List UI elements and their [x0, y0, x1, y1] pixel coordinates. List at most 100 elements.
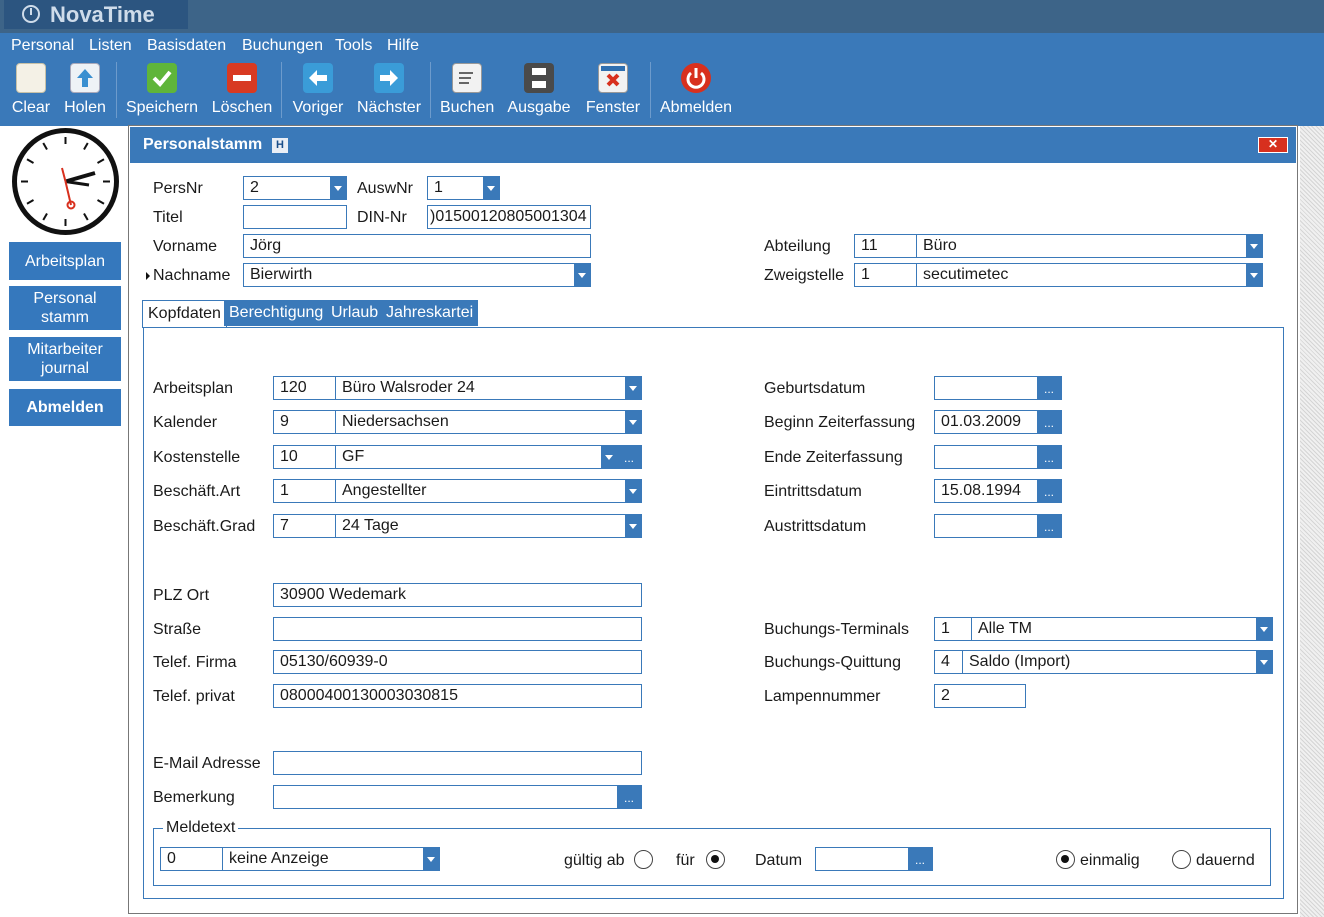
dinnr-field[interactable]: )01500120805001304 [427, 205, 591, 229]
austritt-field[interactable]: ... [934, 514, 1062, 538]
ende-value [935, 446, 941, 468]
eintritt-field[interactable]: 15.08.1994 ... [934, 479, 1062, 503]
nav-mitarbeiterjournal[interactable]: Mitarbeiter journal [9, 337, 121, 381]
tab-berechtigung[interactable]: Berechtigung [224, 300, 329, 326]
checkmark-icon [147, 63, 177, 93]
nachname-select[interactable]: Bierwirth [243, 263, 591, 287]
zweigstelle-select[interactable]: 1 secutimetec [854, 263, 1263, 287]
geburtsdatum-value [935, 377, 941, 399]
beginn-picker-button[interactable]: ... [1037, 411, 1061, 433]
menu-personal[interactable]: Personal [11, 37, 74, 55]
austritt-picker-button[interactable]: ... [1037, 515, 1061, 537]
ende-picker-button[interactable]: ... [1037, 446, 1061, 468]
titel-field[interactable] [243, 205, 347, 229]
meldetext-code: 0 [161, 848, 223, 870]
dauernd-radio[interactable] [1172, 850, 1191, 869]
dinnr-label: DIN-Nr [357, 209, 407, 226]
loeschen-button[interactable]: Löschen [211, 63, 273, 121]
eintritt-value: 15.08.1994 [941, 482, 1022, 499]
fuer-radio[interactable] [706, 850, 725, 869]
nav-abmelden[interactable]: Abmelden [9, 389, 121, 426]
plz-ort-field[interactable]: 30900 Wedemark [273, 583, 642, 607]
abteilung-code: 11 [855, 235, 917, 257]
tab-urlaub[interactable]: Urlaub [326, 300, 384, 326]
naechster-button[interactable]: Nächster [357, 63, 421, 121]
kalender-select[interactable]: 9 Niedersachsen [273, 410, 642, 434]
zweigstelle-label: Zweigstelle [764, 267, 845, 284]
arrow-right-icon [374, 63, 404, 93]
power-icon [681, 63, 711, 93]
abmelden-toolbar-button[interactable]: Abmelden [659, 63, 733, 121]
auswnr-select[interactable]: 1 [427, 176, 500, 200]
panel-close-button[interactable]: ✕ [1258, 137, 1288, 153]
kostenstelle-label: Kostenstelle [153, 449, 241, 466]
auswnr-label: AuswNr [357, 180, 414, 197]
datum-value [816, 848, 822, 870]
arbeitsplan-code: 120 [274, 377, 336, 399]
datum-picker-button[interactable]: ... [908, 848, 932, 870]
ende-field[interactable]: ... [934, 445, 1062, 469]
lampennummer-field[interactable]: 2 [934, 684, 1026, 708]
bemerkung-browse-button[interactable]: ... [617, 786, 641, 808]
geburtsdatum-picker-button[interactable]: ... [1037, 377, 1061, 399]
datum-label: Datum [755, 852, 803, 869]
voriger-button[interactable]: Voriger [291, 63, 345, 121]
bemerkung-field[interactable]: ... [273, 785, 642, 809]
nav-arbeitsplan[interactable]: Arbeitsplan [9, 242, 121, 280]
panel-title: Personalstamm [130, 127, 1296, 163]
menu-listen[interactable]: Listen [89, 37, 132, 55]
kostenstelle-select[interactable]: 10 GF ... [273, 445, 642, 469]
quittung-value: Saldo (Import) [969, 653, 1071, 670]
menu-buchungen[interactable]: Buchungen [242, 37, 323, 55]
meldetext-select[interactable]: 0 keine Anzeige [160, 847, 440, 871]
beginn-field[interactable]: 01.03.2009 ... [934, 410, 1062, 434]
ausgabe-button[interactable]: Ausgabe [507, 63, 571, 121]
abteilung-select[interactable]: 11 Büro [854, 234, 1263, 258]
kostenstelle-code: 10 [274, 446, 336, 468]
menu-basisdaten[interactable]: Basisdaten [147, 37, 226, 55]
clear-button[interactable]: Clear [11, 63, 51, 121]
einmalig-label: einmalig [1080, 852, 1140, 869]
menu-hilfe[interactable]: Hilfe [387, 37, 419, 55]
chevron-down-icon [1256, 651, 1272, 673]
quittung-select[interactable]: 4 Saldo (Import) [934, 650, 1273, 674]
telef-privat-field[interactable]: 08000400130003030815 [273, 684, 642, 708]
email-field[interactable] [273, 751, 642, 775]
menu-tools[interactable]: Tools [335, 37, 372, 55]
abteilung-value: Büro [923, 237, 957, 254]
geburtsdatum-field[interactable]: ... [934, 376, 1062, 400]
gueltig-ab-radio[interactable] [634, 850, 653, 869]
bemerkung-label: Bemerkung [153, 789, 235, 806]
beschaeft-art-select[interactable]: 1 Angestellter [273, 479, 642, 503]
strasse-field[interactable] [273, 617, 642, 641]
beschaeft-grad-select[interactable]: 7 24 Tage [273, 514, 642, 538]
lampennummer-label: Lampennummer [764, 688, 881, 705]
telef-firma-field[interactable]: 05130/60939-0 [273, 650, 642, 674]
chevron-down-icon [625, 411, 641, 433]
fenster-button[interactable]: Fenster [585, 63, 641, 121]
quittung-code: 4 [935, 651, 963, 673]
vorname-field[interactable]: Jörg [243, 234, 591, 258]
einmalig-radio[interactable] [1056, 850, 1075, 869]
nav-personalstamm[interactable]: Personal stamm [9, 286, 121, 330]
tab-kopfdaten[interactable]: Kopfdaten [142, 300, 227, 328]
austritt-value [935, 515, 941, 537]
terminals-select[interactable]: 1 Alle TM [934, 617, 1273, 641]
toolbar-separator [281, 62, 282, 118]
terminals-label: Buchungs-Terminals [764, 621, 909, 638]
strasse-label: Straße [153, 621, 202, 638]
beschaeft-art-label: Beschäft.Art [153, 483, 241, 500]
kostenstelle-browse-button[interactable]: ... [617, 446, 641, 468]
persnr-select[interactable]: 2 [243, 176, 347, 200]
holen-button[interactable]: Holen [63, 63, 107, 121]
eintritt-picker-button[interactable]: ... [1037, 480, 1061, 502]
chevron-down-icon [625, 377, 641, 399]
buchen-button[interactable]: Buchen [440, 63, 494, 121]
tab-jahreskartei[interactable]: Jahreskartei [381, 300, 479, 326]
telef-privat-label: Telef. privat [153, 688, 235, 705]
arbeitsplan-select[interactable]: 120 Büro Walsroder 24 [273, 376, 642, 400]
datum-field[interactable]: ... [815, 847, 933, 871]
chevron-down-icon [625, 515, 641, 537]
speichern-button[interactable]: Speichern [125, 63, 199, 121]
geburtsdatum-label: Geburtsdatum [764, 380, 866, 397]
